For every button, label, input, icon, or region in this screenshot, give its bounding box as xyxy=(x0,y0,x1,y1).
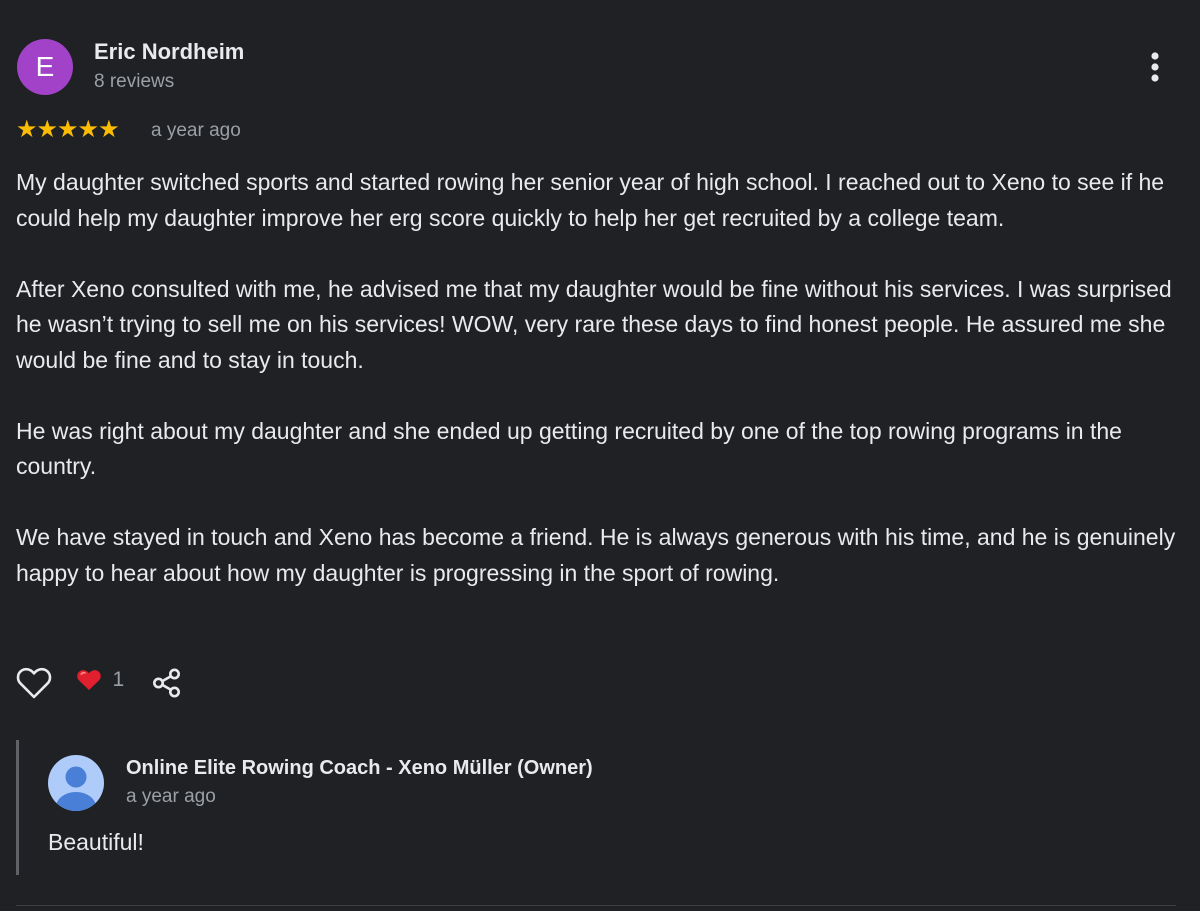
owner-name: Online Elite Rowing Coach - Xeno Müller … xyxy=(126,757,593,779)
review-text: My daughter switched sports and started … xyxy=(16,165,1184,627)
reply-indicator-bar xyxy=(16,740,19,875)
owner-reply-time: a year ago xyxy=(126,786,216,807)
review-paragraph: We have stayed in touch and Xeno has bec… xyxy=(16,524,1176,586)
owner-reply-text: Beautiful! xyxy=(48,829,144,855)
reaction-count: 1 xyxy=(112,668,125,691)
review-paragraph: My daughter switched sports and started … xyxy=(16,169,1165,231)
more-options-button[interactable] xyxy=(1140,48,1170,88)
share-button[interactable] xyxy=(150,666,184,700)
reviewer-review-count[interactable]: 8 reviews xyxy=(94,71,174,93)
review-paragraph: After Xeno consulted with me, he advised… xyxy=(16,275,1172,373)
review-divider xyxy=(16,905,1176,906)
heart-outline-icon xyxy=(16,667,52,699)
owner-avatar xyxy=(48,755,104,811)
review-header: E Eric Nordheim 8 reviews xyxy=(16,38,1184,98)
red-heart-emoji-icon xyxy=(77,670,101,690)
owner-response: Online Elite Rowing Coach - Xeno Müller … xyxy=(16,740,1184,875)
reviewer-name[interactable]: Eric Nordheim xyxy=(94,39,244,65)
like-button[interactable] xyxy=(16,664,52,702)
share-icon xyxy=(153,668,180,698)
reviewer-avatar[interactable]: E xyxy=(17,39,73,95)
more-vert-icon xyxy=(1151,52,1159,82)
default-profile-avatar-icon xyxy=(48,755,104,811)
reaction-summary[interactable]: 1 xyxy=(76,668,124,700)
rating-row: ★★★★★ a year ago xyxy=(16,116,616,146)
review-actions: 1 xyxy=(16,664,316,704)
review-time: a year ago xyxy=(151,120,241,141)
star-rating: ★★★★★ xyxy=(16,116,120,143)
review-paragraph: He was right about my daughter and she e… xyxy=(16,417,1122,480)
